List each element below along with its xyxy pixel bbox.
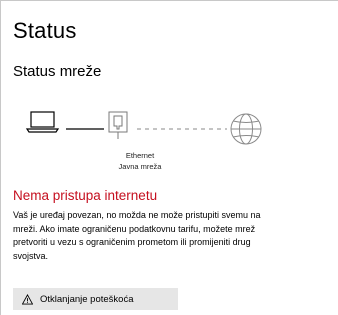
description-line: pretvoriti u vezu s ograničenim prometom… bbox=[13, 237, 251, 247]
adapter-label: Ethernet bbox=[125, 151, 155, 160]
description-line: Vaš je uređaj povezan, no možda ne može … bbox=[13, 210, 261, 220]
status-description: Vaš je uređaj povezan, no možda ne može … bbox=[13, 209, 338, 263]
adapter-info: Ethernet Javna mreža bbox=[110, 150, 170, 172]
laptop-icon bbox=[25, 111, 60, 133]
network-type: Javna mreža bbox=[118, 162, 162, 171]
warning-icon bbox=[22, 293, 33, 305]
description-line: mreži. Ako imate ograničenu podatkovnu t… bbox=[13, 223, 256, 234]
troubleshoot-label: Otklanjanje poteškoća bbox=[40, 293, 134, 305]
connection-status-title: Nema pristupa internetu bbox=[13, 188, 158, 203]
section-title: Status mreže bbox=[13, 63, 102, 80]
router-icon bbox=[108, 111, 128, 139]
page-title: Status bbox=[13, 18, 77, 43]
globe-icon bbox=[230, 113, 262, 145]
troubleshoot-button[interactable]: Otklanjanje poteškoća bbox=[13, 288, 178, 310]
description-line: svojstva. bbox=[13, 250, 49, 261]
